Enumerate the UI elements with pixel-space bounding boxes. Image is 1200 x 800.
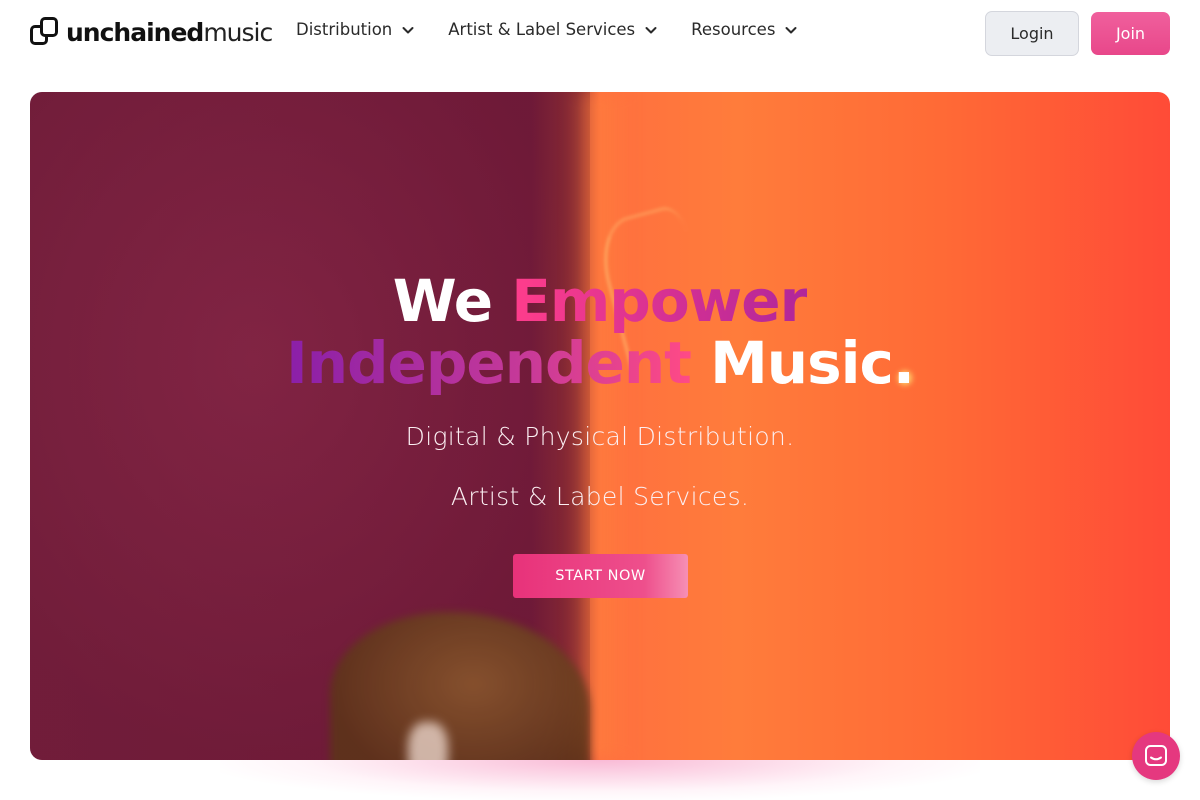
logo-text-bold: unchained <box>66 17 204 47</box>
logo-text: unchainedmusic <box>66 17 273 47</box>
chevron-down-icon <box>785 26 797 33</box>
headline-word-independent: Independent <box>286 329 692 397</box>
headline-word-we: We <box>392 267 493 335</box>
chat-launcher-button[interactable] <box>1132 732 1180 780</box>
nav-item-distribution[interactable]: Distribution <box>296 20 415 39</box>
headline-word-empower: Empower <box>511 267 808 335</box>
chat-icon <box>1145 745 1167 766</box>
hero-background-hand <box>408 722 448 760</box>
unchained-music-logo[interactable]: unchainedmusic <box>30 16 273 48</box>
hero-banner: We Empower Independent Music. Digital & … <box>30 92 1170 760</box>
nav-item-label: Distribution <box>296 20 393 39</box>
site-header: unchainedmusic Distribution Artist & Lab… <box>0 0 1200 70</box>
chain-link-logo-icon <box>30 17 60 47</box>
chevron-down-icon <box>645 26 657 33</box>
nav-item-resources[interactable]: Resources <box>691 20 798 39</box>
chevron-down-icon <box>402 26 414 33</box>
nav-item-label: Resources <box>691 20 776 39</box>
login-button[interactable]: Login <box>985 11 1079 56</box>
logo-text-light: music <box>203 17 273 47</box>
join-button[interactable]: Join <box>1091 12 1170 55</box>
nav-item-label: Artist & Label Services <box>448 20 636 39</box>
headline-word-music: Music. <box>710 329 915 397</box>
main-nav: Distribution Artist & Label Services Res… <box>296 20 831 39</box>
hero-subtitle-distribution: Digital & Physical Distribution. <box>405 422 795 451</box>
hero-subtitle-services: Artist & Label Services. <box>450 482 750 511</box>
hero-headline: We Empower Independent Music. <box>30 270 1170 394</box>
below-fold-glow <box>220 760 980 800</box>
start-now-button[interactable]: START NOW <box>513 554 688 598</box>
nav-item-artist-label-services[interactable]: Artist & Label Services <box>448 20 658 39</box>
